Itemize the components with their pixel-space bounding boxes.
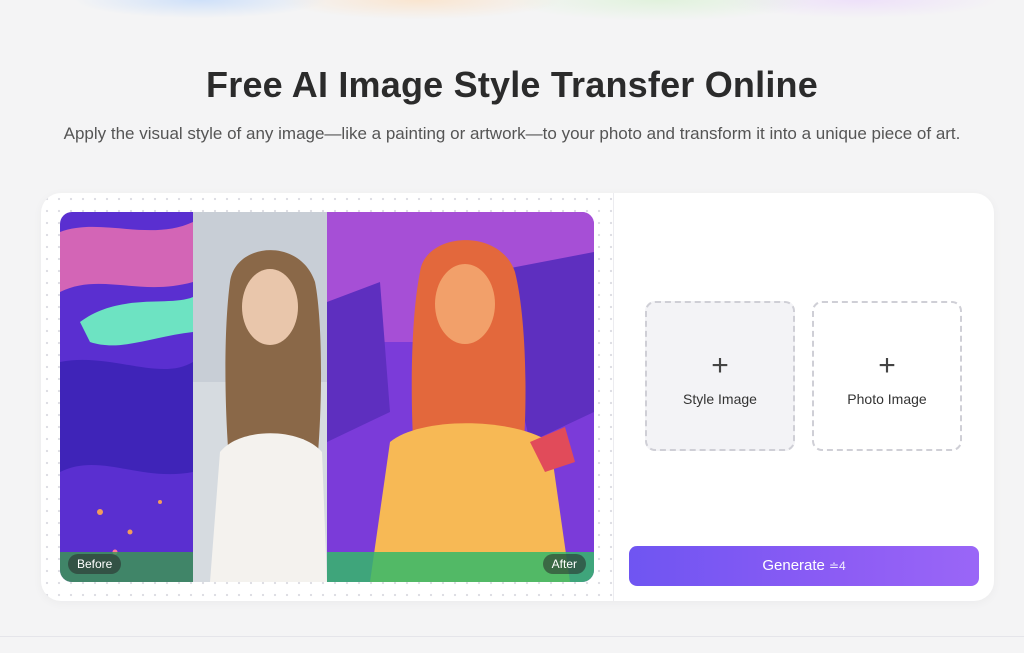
before-after-preview: Before After (60, 212, 594, 582)
section-divider (0, 636, 1024, 637)
generate-button[interactable]: Generate ≐4 (629, 546, 979, 586)
preview-illustration (60, 212, 594, 582)
style-image-label: Style Image (683, 391, 757, 407)
preview-pane: Before After (41, 193, 614, 601)
tool-card: Before After + Style Image + Photo Image… (41, 193, 994, 601)
after-face (435, 264, 495, 344)
before-label: Before (68, 554, 122, 574)
style-dot (127, 529, 133, 535)
top-gradient-glow (0, 0, 1024, 40)
style-dot (97, 509, 103, 515)
credit-cost: ≐4 (828, 559, 846, 573)
plus-icon: + (878, 349, 896, 382)
photo-image-label: Photo Image (847, 391, 927, 407)
page-title: Free AI Image Style Transfer Online (206, 64, 818, 105)
style-pink-stroke (60, 222, 193, 292)
photo-face (242, 269, 298, 345)
page-subtitle: Apply the visual style of any image—like… (63, 124, 961, 143)
plus-icon: + (711, 349, 729, 382)
style-deep-stroke (60, 359, 193, 475)
after-label: After (542, 554, 586, 574)
generate-label: Generate (762, 557, 825, 574)
style-image-upload[interactable]: + Style Image (645, 301, 795, 451)
photo-image-upload[interactable]: + Photo Image (812, 301, 962, 451)
style-dot (158, 500, 162, 504)
photo-shirt (210, 433, 327, 582)
